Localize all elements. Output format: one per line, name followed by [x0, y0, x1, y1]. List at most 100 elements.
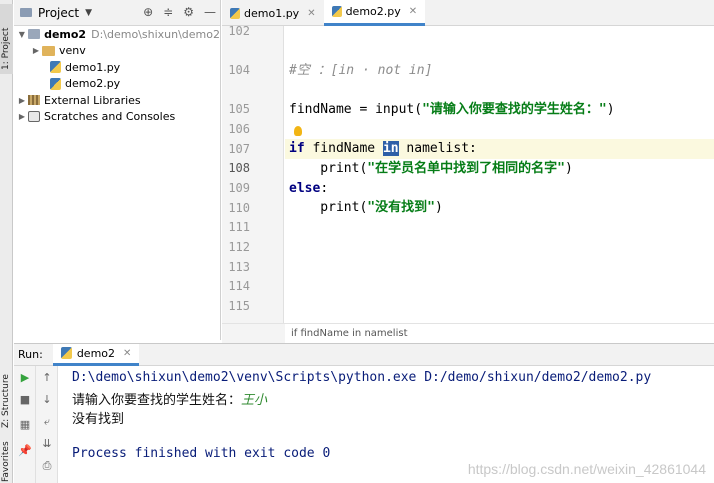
line-number: 115 — [228, 299, 250, 313]
line-number: 108 — [228, 161, 250, 175]
python-file-icon — [50, 77, 61, 90]
console-prompt: 请输入你要查找的学生姓名： — [72, 392, 242, 407]
layout-icon[interactable]: ▦ — [18, 418, 32, 432]
folder-icon — [42, 45, 55, 56]
run-toolbar-secondary: ↑ ↓ ⤶ ⇊ ⎙ — [36, 366, 58, 483]
tree-item-label: demo1.py — [65, 60, 121, 74]
tree-item-path: D:\demo\shixun\demo2 — [91, 27, 220, 41]
tree-item-demo2[interactable]: ▼ demo2 D:\demo\shixun\demo2 — [14, 26, 220, 43]
structure-tool-tab[interactable]: Z: Structure — [0, 360, 13, 432]
code-token: : — [320, 181, 329, 196]
line-number: 113 — [228, 260, 250, 274]
run-panel-header: Run: demo2 ✕ — [14, 343, 714, 366]
line-number: 109 — [228, 181, 250, 195]
console-result-line: 没有找到 — [72, 411, 125, 426]
down-arrow-icon[interactable]: ↓ — [40, 393, 54, 407]
code-token: ) — [434, 200, 443, 215]
code-token: ) — [564, 161, 573, 176]
run-tab-demo2[interactable]: demo2 ✕ — [52, 343, 140, 366]
tree-item-label: demo2 — [44, 27, 87, 41]
breadcrumb-text: if findName in namelist — [291, 328, 408, 339]
favorites-tool-tab-label: Favorites — [1, 441, 11, 482]
collapse-arrow-icon[interactable]: ▶ — [30, 46, 42, 55]
console-command-line: D:\demo\shixun\demo2\venv\Scripts\python… — [72, 370, 652, 385]
collapse-all-icon[interactable]: ≑ — [163, 5, 173, 19]
up-arrow-icon[interactable]: ↑ — [40, 371, 54, 385]
line-number: 107 — [228, 142, 250, 156]
line-number: 110 — [228, 201, 250, 215]
favorites-tool-tab[interactable]: Favorites — [0, 438, 13, 483]
python-file-icon — [60, 347, 72, 359]
tree-item-demo1-py[interactable]: demo1.py — [14, 59, 220, 76]
tree-item-scratches[interactable]: ▶ Scratches and Consoles — [14, 109, 220, 126]
tree-item-label: External Libraries — [44, 93, 141, 107]
project-tool-tab[interactable]: 1: Project — [0, 4, 13, 74]
folder-icon — [27, 29, 41, 40]
line-number: 105 — [228, 102, 250, 116]
line-number: 102 — [228, 24, 250, 38]
code-line-else: else: — [289, 181, 328, 197]
editor-tab-bar: demo1.py ✕ demo2.py ✕ — [222, 0, 714, 26]
library-icon — [28, 95, 40, 106]
tree-item-demo2-py[interactable]: demo2.py — [14, 76, 220, 93]
breadcrumb[interactable]: if findName in namelist — [285, 323, 714, 343]
code-string: "请输入你要查找的学生姓名：" — [422, 102, 607, 117]
lightbulb-icon[interactable] — [294, 126, 302, 136]
project-tool-tab-label: 1: Project — [1, 27, 11, 70]
code-keyword: else — [289, 181, 321, 196]
run-panel: Run: demo2 ✕ ▶ ■ ▦ 📌 ↑ ↓ ⤶ ⇊ ⎙ D:\demo\s… — [14, 343, 714, 483]
line-number: 104 — [228, 63, 250, 77]
close-icon[interactable]: ✕ — [123, 348, 131, 359]
project-tree: ▼ demo2 D:\demo\shixun\demo2 ▶ venv demo… — [14, 26, 220, 125]
tree-item-label: demo2.py — [65, 77, 121, 91]
print-icon[interactable]: ⎙ — [40, 459, 54, 473]
line-number: 114 — [228, 279, 250, 293]
stop-icon[interactable]: ■ — [18, 393, 32, 407]
code-line-print-found: print("在学员名单中找到了相同的名字") — [289, 161, 573, 177]
expand-arrow-icon[interactable]: ▼ — [16, 30, 28, 39]
soft-wrap-icon[interactable]: ⤶ — [40, 415, 54, 429]
tab-demo1-py[interactable]: demo1.py ✕ — [222, 0, 324, 26]
run-toolbar-primary: ▶ ■ ▦ 📌 — [14, 366, 36, 483]
code-token: ) — [606, 102, 615, 117]
code-token: namelist: — [398, 141, 477, 156]
console-user-input: 王小 — [241, 392, 268, 407]
project-panel-header: Project ▼ ⊕ ≑ ⚙ — — [14, 0, 220, 26]
chevron-down-icon[interactable]: ▼ — [85, 8, 92, 18]
close-icon[interactable]: ✕ — [409, 6, 417, 17]
run-label: Run: — [18, 348, 43, 361]
code-string: "没有找到" — [367, 200, 435, 215]
project-view-selector[interactable]: Project — [38, 6, 79, 20]
code-keyword: if — [289, 141, 305, 156]
scratches-icon — [28, 111, 40, 123]
tree-item-venv[interactable]: ▶ venv — [14, 43, 220, 60]
tree-item-label: venv — [59, 44, 86, 58]
rerun-icon[interactable]: ▶ — [18, 371, 32, 385]
tool-window-strip: 1: Project Z: Structure Favorites — [0, 0, 13, 483]
code-token: findName — [304, 141, 383, 156]
collapse-arrow-icon[interactable]: ▶ — [16, 112, 28, 121]
line-number: 106 — [228, 122, 250, 136]
tree-item-external-libraries[interactable]: ▶ External Libraries — [14, 92, 220, 109]
python-file-icon — [50, 61, 61, 74]
locate-icon[interactable]: ⊕ — [143, 5, 153, 19]
code-line-input: findName = input("请输入你要查找的学生姓名：") — [289, 102, 615, 118]
code-selection: in — [382, 141, 399, 156]
run-tab-label: demo2 — [76, 346, 116, 360]
breadcrumb-gutter — [222, 323, 285, 343]
code-string: "在学员名单中找到了相同的名字" — [367, 161, 565, 176]
project-folder-icon — [20, 8, 32, 17]
code-editor[interactable]: #空 ：[in · not in] findName = input("请输入你… — [285, 26, 714, 323]
code-token: input( — [375, 102, 423, 117]
scroll-to-end-icon[interactable]: ⇊ — [40, 437, 54, 451]
close-icon[interactable]: ✕ — [307, 8, 315, 19]
code-line-if: if findName in namelist: — [289, 141, 477, 157]
pin-icon[interactable]: 📌 — [18, 444, 32, 458]
console-prompt-line: 请输入你要查找的学生姓名：王小 — [72, 389, 700, 408]
project-panel: Project ▼ ⊕ ≑ ⚙ — ▼ demo2 D:\demo\shixun… — [14, 0, 221, 340]
minimize-icon[interactable]: — — [204, 5, 216, 19]
collapse-arrow-icon[interactable]: ▶ — [16, 96, 28, 105]
tab-demo2-py[interactable]: demo2.py ✕ — [323, 0, 426, 26]
python-file-icon — [331, 6, 342, 17]
gear-icon[interactable]: ⚙ — [183, 5, 194, 19]
